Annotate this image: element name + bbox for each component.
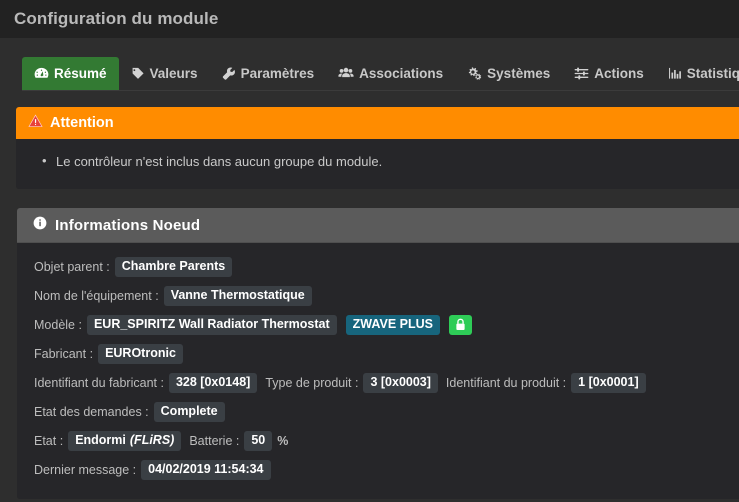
dashboard-icon — [34, 67, 49, 80]
battery-value: 50 — [244, 431, 273, 451]
state-value: Endormi (FLiRS) — [68, 431, 182, 451]
manufacturer-value: EUROtronic — [98, 344, 183, 364]
row-equipment-name: Nom de l'équipement : Vanne Thermostatiq… — [34, 286, 739, 306]
tab-label: Systèmes — [487, 66, 551, 81]
users-icon — [338, 67, 354, 80]
warning-triangle-icon — [28, 114, 43, 133]
model-value: EUR_SPIRITZ Wall Radiator Thermostat — [86, 315, 337, 335]
lock-icon — [448, 315, 472, 335]
state-value-text: Endormi — [75, 433, 126, 447]
request-state-value: Complete — [153, 402, 225, 422]
warning-alert-title: Attention — [50, 115, 114, 131]
battery-unit: % — [277, 434, 289, 448]
info-circle-icon — [33, 216, 47, 235]
state-label: Etat : — [34, 434, 64, 448]
node-information-panel-body: Objet parent : Chambre Parents Nom de l'… — [17, 243, 739, 499]
tab-label: Résumé — [54, 66, 107, 81]
row-identifiers: Identifiant du fabricant : 328 [0x0148] … — [34, 373, 739, 393]
page-title: Configuration du module — [14, 9, 219, 28]
node-information-panel-header: Informations Noeud — [17, 208, 739, 243]
manufacturer-id-value: 328 [0x0148] — [168, 373, 258, 393]
tag-icon — [131, 67, 145, 80]
last-message-value: 04/02/2019 11:54:34 — [141, 460, 271, 480]
tab-systemes[interactable]: Systèmes — [455, 57, 562, 90]
tab-label: Associations — [359, 66, 444, 81]
node-information-panel: Informations Noeud Objet parent : Chambr… — [17, 208, 739, 499]
tab-label: Statistiques — [686, 66, 739, 81]
page-root: Configuration du module Résumé Valeurs P… — [0, 0, 739, 502]
battery-label: Batterie : — [189, 434, 240, 448]
parent-object-value: Chambre Parents — [114, 257, 233, 277]
last-message-label: Dernier message : — [34, 463, 137, 477]
wrench-icon — [222, 67, 236, 80]
tab-label: Valeurs — [149, 66, 198, 81]
node-information-panel-title: Informations Noeud — [55, 216, 201, 234]
tab-label: Paramètres — [240, 66, 315, 81]
tab-associations[interactable]: Associations — [326, 57, 455, 90]
equipment-name-value: Vanne Thermostatique — [163, 286, 312, 306]
warning-alert-header: Attention — [16, 107, 739, 139]
parent-object-label: Objet parent : — [34, 260, 110, 274]
row-manufacturer: Fabricant : EUROtronic — [34, 344, 739, 364]
cogs-icon — [467, 67, 482, 80]
warning-alert-list: Le contrôleur n'est inclus dans aucun gr… — [16, 152, 739, 171]
row-last-message: Dernier message : 04/02/2019 11:54:34 — [34, 460, 739, 480]
product-id-value: 1 [0x0001] — [571, 373, 646, 393]
warning-alert-body: Le contrôleur n'est inclus dans aucun gr… — [16, 139, 739, 189]
tab-parametres[interactable]: Paramètres — [210, 57, 327, 90]
manufacturer-id-label: Identifiant du fabricant : — [34, 376, 164, 390]
product-type-label: Type de produit : — [265, 376, 359, 390]
product-id-label: Identifiant du produit : — [445, 376, 567, 390]
equipment-name-label: Nom de l'équipement : — [34, 289, 159, 303]
tab-resume[interactable]: Résumé — [22, 57, 119, 90]
tab-valeurs[interactable]: Valeurs — [119, 57, 210, 90]
row-state-battery: Etat : Endormi (FLiRS) Batterie : 50 % — [34, 431, 739, 451]
row-parent-object: Objet parent : Chambre Parents — [34, 257, 739, 277]
row-model: Modèle : EUR_SPIRITZ Wall Radiator Therm… — [34, 315, 739, 335]
tab-actions[interactable]: Actions — [562, 57, 656, 90]
list-item: Le contrôleur n'est inclus dans aucun gr… — [42, 152, 739, 171]
window-title-bar: Configuration du module — [0, 0, 739, 38]
tab-label: Actions — [594, 66, 644, 81]
row-request-state: Etat des demandes : Complete — [34, 402, 739, 422]
sliders-icon — [574, 67, 589, 80]
request-state-label: Etat des demandes : — [34, 405, 149, 419]
bar-chart-icon — [668, 67, 682, 80]
manufacturer-label: Fabricant : — [34, 347, 94, 361]
state-value-flirs: (FLiRS) — [129, 433, 175, 447]
warning-alert: Attention Le contrôleur n'est inclus dan… — [16, 107, 739, 189]
product-type-value: 3 [0x0003] — [363, 373, 438, 393]
tab-statistiques[interactable]: Statistiques — [656, 57, 739, 90]
tab-bar-container: Résumé Valeurs Paramètres Associations S… — [0, 38, 739, 91]
tab-bar: Résumé Valeurs Paramètres Associations S… — [22, 56, 739, 91]
model-label: Modèle : — [34, 318, 82, 332]
zwave-plus-badge: ZWAVE PLUS — [345, 315, 440, 335]
